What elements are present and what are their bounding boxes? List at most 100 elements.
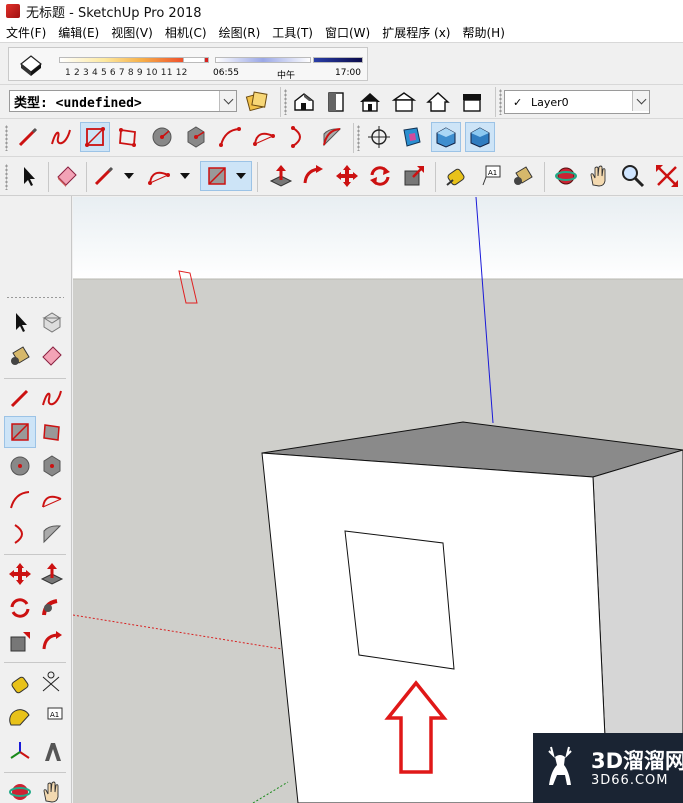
paint-bucket-tool-button[interactable] bbox=[508, 161, 538, 191]
zoom-extents-tool-button[interactable] bbox=[652, 161, 682, 191]
menu-file[interactable]: 文件(F) bbox=[0, 24, 52, 41]
left-select-button[interactable] bbox=[4, 306, 36, 338]
left-move-button[interactable] bbox=[4, 558, 36, 590]
text-tool-button[interactable]: A1 bbox=[475, 161, 505, 191]
circle-tool-button[interactable] bbox=[147, 122, 177, 152]
push-pull-icon bbox=[269, 165, 293, 187]
type-select[interactable]: 类型: <undefined> bbox=[9, 90, 237, 112]
left-orbit-button[interactable] bbox=[4, 776, 36, 803]
toolbar-grip[interactable] bbox=[357, 125, 360, 151]
layer-select[interactable]: ✓ Layer0 bbox=[504, 90, 650, 114]
left-three-point-arc-button[interactable] bbox=[4, 518, 36, 550]
scale-tool-button[interactable] bbox=[399, 161, 429, 191]
toolbar-separator bbox=[257, 162, 258, 192]
menu-camera[interactable]: 相机(C) bbox=[159, 24, 213, 41]
left-rotated-rectangle-button[interactable] bbox=[36, 416, 68, 448]
left-view-button[interactable] bbox=[457, 87, 487, 117]
left-polygon-button[interactable] bbox=[36, 450, 68, 482]
line-tool-button-2[interactable] bbox=[89, 161, 119, 191]
polygon-tool-button[interactable] bbox=[181, 122, 211, 152]
menu-draw[interactable]: 绘图(R) bbox=[213, 24, 267, 41]
iso-view-button[interactable] bbox=[289, 87, 319, 117]
hand-icon bbox=[43, 781, 59, 803]
shape-tools-dropdown[interactable] bbox=[234, 161, 248, 191]
top-view-button[interactable] bbox=[321, 87, 351, 117]
menu-view[interactable]: 视图(V) bbox=[105, 24, 159, 41]
left-push-pull-button[interactable] bbox=[36, 558, 68, 590]
crosshair-icon bbox=[368, 126, 390, 148]
arc-tools-dropdown[interactable] bbox=[178, 161, 192, 191]
push-pull-tool-button[interactable] bbox=[266, 161, 296, 191]
left-two-point-arc-button[interactable] bbox=[36, 484, 68, 516]
toolbar-grip[interactable] bbox=[5, 164, 8, 190]
left-text-button[interactable]: A1 bbox=[36, 702, 68, 734]
freehand-tool-button[interactable] bbox=[46, 122, 76, 152]
left-make-component-button[interactable] bbox=[36, 306, 68, 338]
left-circle-button[interactable] bbox=[4, 450, 36, 482]
shadow-toggle-icon[interactable] bbox=[17, 52, 45, 81]
toolbar-grip[interactable] bbox=[6, 296, 64, 298]
menu-extensions[interactable]: 扩展程序 (x) bbox=[376, 24, 456, 41]
section-plane-button[interactable] bbox=[397, 122, 427, 152]
position-camera-button[interactable] bbox=[364, 122, 394, 152]
left-paint-bucket-button[interactable] bbox=[4, 340, 36, 372]
two-point-arc-tool-button[interactable] bbox=[249, 122, 279, 152]
menu-window[interactable]: 窗口(W) bbox=[319, 24, 376, 41]
left-arc-button[interactable] bbox=[4, 484, 36, 516]
rectangle-icon bbox=[85, 127, 105, 147]
line-tools-dropdown[interactable] bbox=[122, 161, 136, 191]
arc-tool-button-2[interactable] bbox=[144, 161, 174, 191]
back-view-button[interactable] bbox=[423, 87, 453, 117]
left-3d-text-button[interactable] bbox=[36, 736, 68, 768]
arc-icon bbox=[219, 127, 241, 147]
left-freehand-button[interactable] bbox=[36, 382, 68, 414]
right-view-button[interactable] bbox=[389, 87, 419, 117]
chevron-down-icon[interactable] bbox=[632, 91, 649, 111]
component-options-button[interactable] bbox=[242, 87, 272, 117]
eraser-tool-button[interactable] bbox=[52, 161, 82, 191]
rotated-rectangle-tool-button[interactable] bbox=[113, 122, 143, 152]
display-section-cuts-button[interactable] bbox=[465, 122, 495, 152]
select-tool-button[interactable] bbox=[13, 161, 43, 191]
tape-measure-tool-button[interactable] bbox=[441, 161, 471, 191]
left-rectangle-button[interactable] bbox=[4, 416, 36, 448]
toolbar-grip[interactable] bbox=[499, 89, 502, 115]
toolbar-grip[interactable] bbox=[284, 89, 287, 115]
left-line-button[interactable] bbox=[4, 382, 36, 414]
display-section-planes-button[interactable] bbox=[431, 122, 461, 152]
left-axes-button[interactable] bbox=[4, 736, 36, 768]
follow-me-tool-button[interactable] bbox=[298, 161, 328, 191]
left-protractor-button[interactable] bbox=[4, 702, 36, 734]
chevron-down-icon[interactable] bbox=[219, 91, 236, 111]
line-tool-button[interactable] bbox=[13, 122, 43, 152]
model-viewport[interactable] bbox=[73, 197, 683, 803]
left-rotate-button[interactable] bbox=[4, 592, 36, 624]
front-view-button[interactable] bbox=[355, 87, 385, 117]
title-bar: 无标题 - SketchUp Pro 2018 bbox=[0, 0, 683, 22]
rectangle-tool-button[interactable] bbox=[80, 122, 110, 152]
left-dimension-button[interactable] bbox=[36, 668, 68, 700]
zoom-tool-button[interactable] bbox=[618, 161, 648, 191]
scale-icon bbox=[404, 166, 424, 186]
left-follow-me-button[interactable] bbox=[36, 592, 68, 624]
arc-tool-button[interactable] bbox=[215, 122, 245, 152]
left-eraser-button[interactable] bbox=[36, 340, 68, 372]
left-pie-button[interactable] bbox=[36, 518, 68, 550]
menu-help[interactable]: 帮助(H) bbox=[456, 24, 510, 41]
pan-tool-button[interactable] bbox=[584, 161, 614, 191]
left-scale-button[interactable] bbox=[4, 626, 36, 658]
menu-edit[interactable]: 编辑(E) bbox=[52, 24, 105, 41]
left-offset-button[interactable] bbox=[36, 626, 68, 658]
move-tool-button[interactable] bbox=[332, 161, 362, 191]
left-pan-button[interactable] bbox=[36, 776, 68, 803]
menu-tools[interactable]: 工具(T) bbox=[266, 24, 319, 41]
time-slider[interactable] bbox=[215, 57, 311, 63]
rotate-tool-button[interactable] bbox=[365, 161, 395, 191]
toolbar-grip[interactable] bbox=[5, 125, 8, 151]
menu-bar: 文件(F) 编辑(E) 视图(V) 相机(C) 绘图(R) 工具(T) 窗口(W… bbox=[0, 22, 683, 42]
pie-tool-button[interactable] bbox=[317, 122, 347, 152]
three-point-arc-tool-button[interactable] bbox=[283, 122, 313, 152]
rectangle-icon bbox=[11, 423, 29, 441]
orbit-tool-button[interactable] bbox=[551, 161, 581, 191]
left-tape-measure-button[interactable] bbox=[4, 668, 36, 700]
